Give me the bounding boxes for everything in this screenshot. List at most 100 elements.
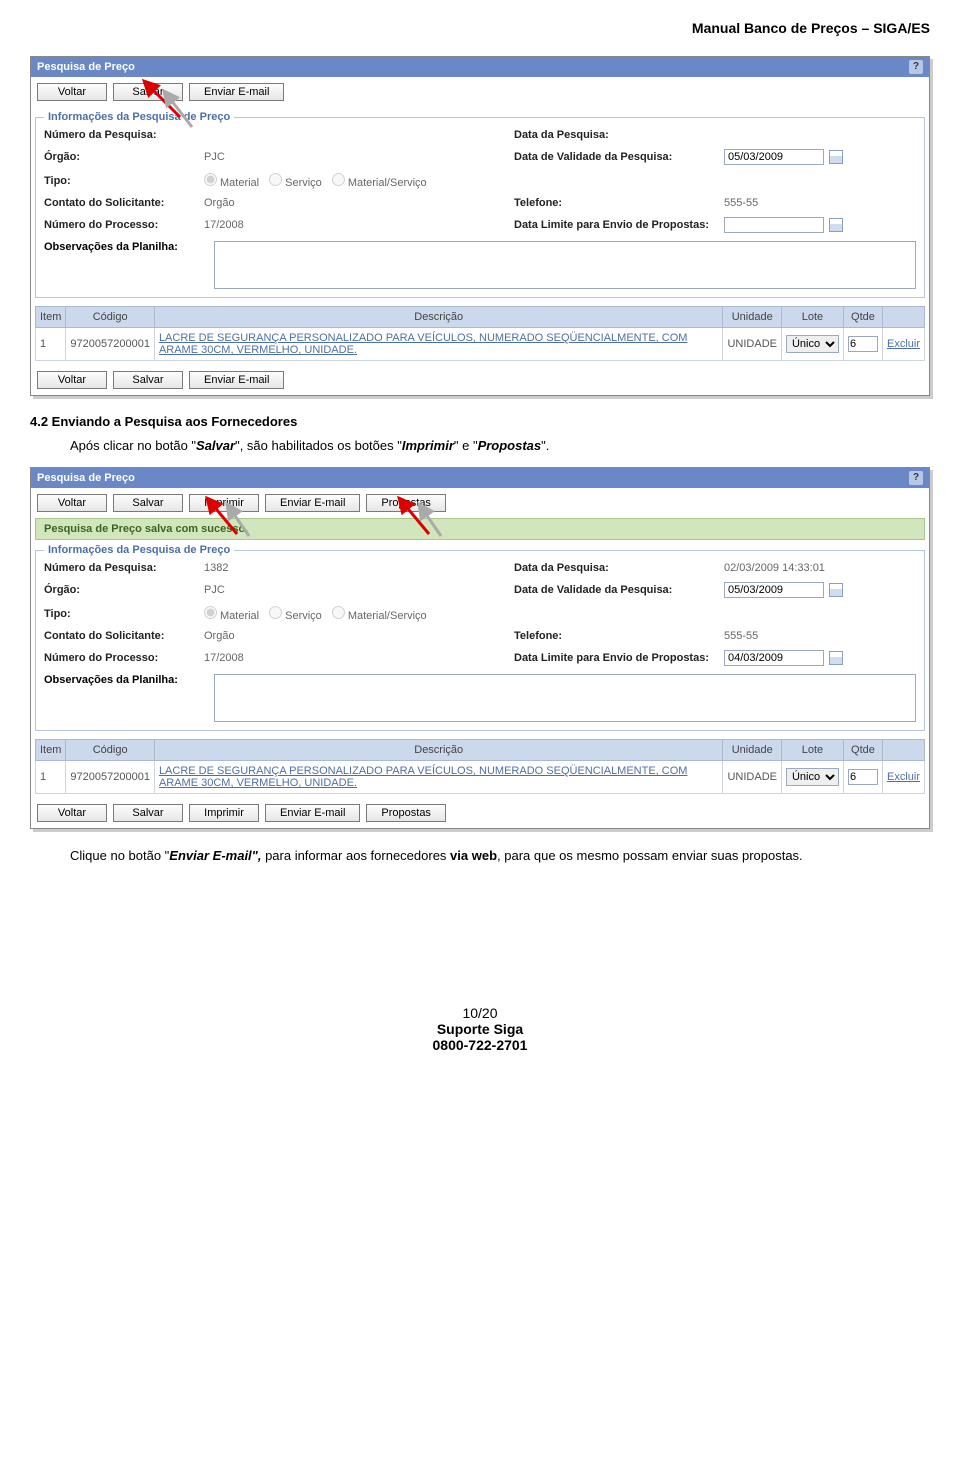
enviar-email-button[interactable]: Enviar E-mail [189,371,284,389]
paragraph-1: Após clicar no botão "Salvar", são habil… [30,437,930,455]
enviar-email-button[interactable]: Enviar E-mail [265,494,360,512]
table-row: 1 9720057200001 LACRE DE SEGURANÇA PERSO… [36,328,925,361]
info-fieldset: Informações da Pesquisa de Preço Número … [35,111,925,298]
lote-select[interactable]: Único [786,768,839,786]
value-data-pesquisa: 02/03/2009 14:33:01 [724,562,904,574]
value-contato: Orgão [204,630,514,642]
observacoes-textarea[interactable] [214,674,916,722]
cell-item: 1 [36,761,66,794]
screenshot-panel-2: Pesquisa de Preço ? Voltar Salvar Imprim… [30,467,930,829]
fieldset-legend: Informações da Pesquisa de Preço [44,544,234,556]
th-item: Item [36,740,66,761]
radio-material[interactable]: Material [204,173,259,189]
label-observacoes: Observações da Planilha: [44,241,204,253]
fieldset-legend: Informações da Pesquisa de Preço [44,111,234,123]
salvar-button[interactable]: Salvar [113,371,183,389]
page-footer: 10/20 Suporte Siga 0800-722-2701 [30,1005,930,1053]
qtde-input[interactable] [848,769,878,785]
calendar-icon[interactable] [829,150,843,164]
cell-unidade: UNIDADE [723,328,782,361]
radio-servico[interactable]: Serviço [269,173,322,189]
excluir-link[interactable]: Excluir [887,771,920,783]
label-data-pesquisa: Data da Pesquisa: [514,562,724,574]
label-orgao: Órgão: [44,584,204,596]
value-numero-processo: 17/2008 [204,219,514,231]
qtde-input[interactable] [848,336,878,352]
label-numero-pesquisa: Número da Pesquisa: [44,562,204,574]
data-limite-input[interactable] [724,650,824,666]
help-icon[interactable]: ? [909,60,923,74]
section-heading: 4.2 Enviando a Pesquisa aos Fornecedores [30,414,930,429]
label-data-pesquisa: Data da Pesquisa: [514,129,724,141]
footer-page: 10/20 [30,1005,930,1021]
th-descricao: Descrição [154,307,723,328]
help-icon[interactable]: ? [909,471,923,485]
imprimir-button[interactable]: Imprimir [189,804,259,822]
success-message: Pesquisa de Preço salva com sucesso. [35,518,925,540]
items-table: Item Código Descrição Unidade Lote Qtde … [35,739,925,794]
propostas-button[interactable]: Propostas [366,494,446,512]
th-lote: Lote [781,307,843,328]
info-fieldset: Informações da Pesquisa de Preço Número … [35,544,925,731]
calendar-icon[interactable] [829,583,843,597]
label-numero-processo: Número do Processo: [44,652,204,664]
radio-material[interactable]: Material [204,606,259,622]
th-codigo: Código [66,740,155,761]
excluir-link[interactable]: Excluir [887,338,920,350]
calendar-icon[interactable] [829,218,843,232]
radio-material-servico[interactable]: Material/Serviço [332,173,427,189]
cell-descricao-link[interactable]: LACRE DE SEGURANÇA PERSONALIZADO PARA VE… [159,765,688,789]
calendar-icon[interactable] [829,651,843,665]
cell-item: 1 [36,328,66,361]
observacoes-textarea[interactable] [214,241,916,289]
footer-line3: 0800-722-2701 [30,1037,930,1053]
cell-codigo: 9720057200001 [66,761,155,794]
screenshot-panel-1: Pesquisa de Preço ? Voltar Salvar Enviar… [30,56,930,396]
propostas-button[interactable]: Propostas [366,804,446,822]
radio-material-servico[interactable]: Material/Serviço [332,606,427,622]
label-tipo: Tipo: [44,608,204,620]
data-validade-input[interactable] [724,149,824,165]
th-codigo: Código [66,307,155,328]
label-telefone: Telefone: [514,197,724,209]
label-contato: Contato do Solicitante: [44,630,204,642]
label-observacoes: Observações da Planilha: [44,674,204,686]
salvar-button[interactable]: Salvar [113,494,183,512]
voltar-button[interactable]: Voltar [37,494,107,512]
panel-title-bar: Pesquisa de Preço ? [31,57,929,77]
top-toolbar: Voltar Salvar Imprimir Enviar E-mail Pro… [31,488,929,518]
panel-title: Pesquisa de Preço [37,61,135,73]
enviar-email-button[interactable]: Enviar E-mail [189,83,284,101]
data-limite-input[interactable] [724,217,824,233]
table-header-row: Item Código Descrição Unidade Lote Qtde [36,307,925,328]
label-data-limite: Data Limite para Envio de Propostas: [514,652,724,664]
value-orgao: PJC [204,151,514,163]
th-qtde: Qtde [843,740,882,761]
cell-codigo: 9720057200001 [66,328,155,361]
bottom-toolbar: Voltar Salvar Enviar E-mail [31,365,929,395]
th-item: Item [36,307,66,328]
label-orgao: Órgão: [44,151,204,163]
th-descricao: Descrição [154,740,723,761]
footer-line2: Suporte Siga [30,1021,930,1037]
value-numero-pesquisa: 1382 [204,562,514,574]
value-numero-processo: 17/2008 [204,652,514,664]
paragraph-2: Clique no botão "Enviar E-mail", para in… [30,847,930,865]
voltar-button[interactable]: Voltar [37,83,107,101]
voltar-button[interactable]: Voltar [37,804,107,822]
cell-unidade: UNIDADE [723,761,782,794]
salvar-button[interactable]: Salvar [113,804,183,822]
enviar-email-button[interactable]: Enviar E-mail [265,804,360,822]
items-table: Item Código Descrição Unidade Lote Qtde … [35,306,925,361]
salvar-button[interactable]: Salvar [113,83,183,101]
data-validade-input[interactable] [724,582,824,598]
lote-select[interactable]: Único [786,335,839,353]
label-data-validade: Data de Validade da Pesquisa: [514,584,724,596]
voltar-button[interactable]: Voltar [37,371,107,389]
imprimir-button[interactable]: Imprimir [189,494,259,512]
th-unidade: Unidade [723,307,782,328]
panel-title-bar: Pesquisa de Preço ? [31,468,929,488]
radio-servico[interactable]: Serviço [269,606,322,622]
cell-descricao-link[interactable]: LACRE DE SEGURANÇA PERSONALIZADO PARA VE… [159,332,688,356]
label-contato: Contato do Solicitante: [44,197,204,209]
